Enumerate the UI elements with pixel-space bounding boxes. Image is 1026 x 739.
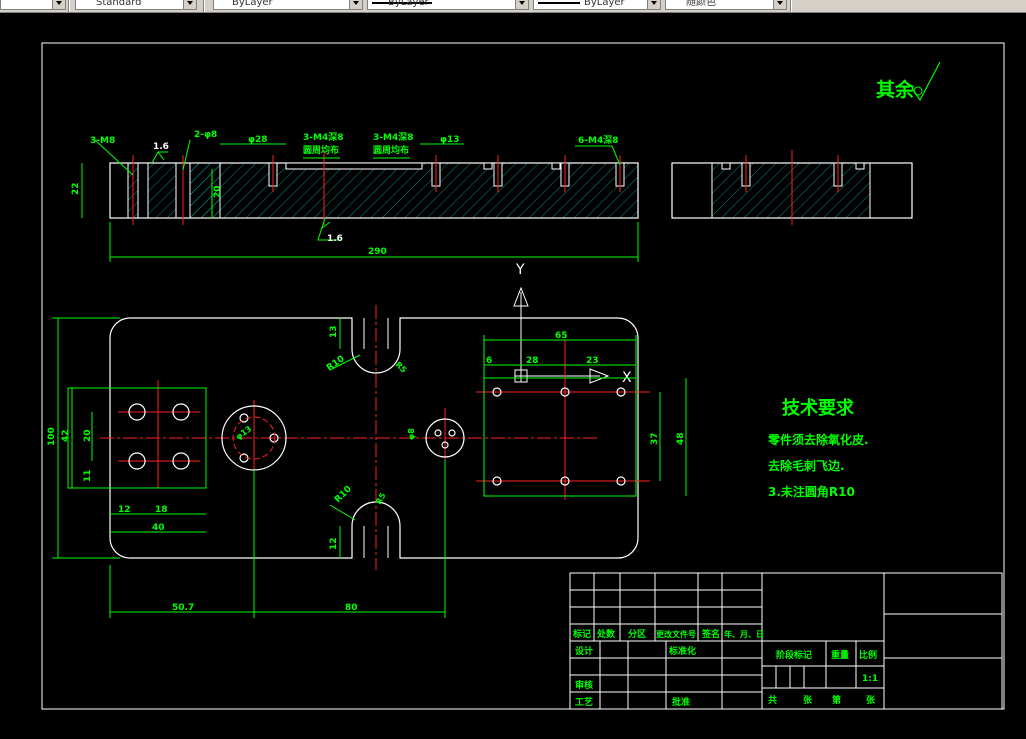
- color-value: 随颜色: [686, 0, 716, 8]
- tb-header-zone: 分区: [628, 628, 646, 640]
- roughness-1-6-top: 1.6: [153, 142, 169, 152]
- tb-process: 工艺: [575, 696, 593, 708]
- tb-scale-value: 1:1: [862, 674, 878, 684]
- layer-value: ByLayer: [232, 0, 273, 8]
- callout-3-m4-a: 3-M4深8: [303, 131, 343, 143]
- color-combo[interactable]: 随颜色: [665, 0, 787, 10]
- callout-2-phi8: 2-φ8: [194, 130, 217, 140]
- section-view: 3-M8 2-φ8 1.6 φ28 3-M4深8 圆周均布 3-M4深8 圆周均…: [71, 130, 639, 262]
- drawing-canvas[interactable]: 3-M8 2-φ8 1.6 φ28 3-M4深8 圆周均布 3-M4深8 圆周均…: [0, 13, 1026, 739]
- dim-12-vertical: 12: [329, 537, 339, 550]
- tb-weight: 重量: [831, 649, 849, 661]
- workspace-combo[interactable]: [0, 0, 66, 10]
- ucs-icon: Y X: [513, 262, 632, 386]
- lineweight-value: ByLayer: [584, 0, 625, 8]
- lineweight-sample: [538, 2, 580, 4]
- dim-12-horizontal: 12: [118, 505, 131, 515]
- tb-header-change-doc: 更改文件号: [656, 629, 696, 639]
- text-style-value: Standard: [96, 0, 142, 8]
- dim-290: 290: [368, 247, 387, 257]
- dim-r10-top: R10: [325, 354, 347, 373]
- dim-r10-bottom: R10: [333, 484, 354, 505]
- side-view: [671, 150, 913, 225]
- tech-requirement-3: 3.未注圆角R10: [768, 484, 855, 499]
- tb-sheet: 张: [866, 694, 876, 706]
- chevron-down-icon: [349, 0, 362, 9]
- roughness-note-text: 其余: [876, 78, 915, 101]
- dim-80: 80: [345, 603, 358, 613]
- dim-28: 28: [526, 356, 539, 366]
- roughness-1-6-bottom: 1.6: [327, 234, 343, 244]
- tb-approve: 批准: [672, 696, 690, 708]
- dim-42: 42: [61, 429, 71, 442]
- text-style-combo[interactable]: Standard: [75, 0, 197, 10]
- tb-page: 第: [832, 694, 841, 706]
- plan-view: 100 42 20 11 12 18 40 50.7 80 65 6 28 23…: [47, 305, 687, 618]
- dim-50-7: 50.7: [172, 603, 194, 613]
- toolbar-separator: [68, 0, 70, 12]
- tb-scale: 比例: [859, 649, 877, 661]
- chevron-down-icon: [773, 0, 786, 9]
- dim-65: 65: [555, 331, 568, 341]
- dim-20: 20: [213, 185, 223, 198]
- dim-48: 48: [676, 432, 686, 445]
- dim-phi13-plan: φ13: [234, 424, 253, 441]
- ucs-y-label: Y: [515, 262, 525, 278]
- chevron-down-icon: [647, 0, 660, 9]
- dim-13: 13: [329, 325, 339, 338]
- tech-requirements-title: 技术要求: [782, 397, 855, 419]
- dim-22: 22: [71, 182, 81, 195]
- callout-uniform-b: 圆周均布: [373, 144, 409, 156]
- toolbar-separator: [790, 0, 792, 12]
- roughness-note: 其余: [876, 61, 941, 102]
- callout-6-m4: 6-M4深8: [578, 134, 618, 146]
- title-block: [569, 572, 1003, 710]
- dim-6: 6: [486, 356, 492, 366]
- tb-header-mark: 标记: [572, 628, 591, 640]
- tb-standardize: 标准化: [668, 645, 696, 657]
- callout-uniform-a: 圆周均布: [303, 144, 339, 156]
- callout-phi13: φ13: [440, 135, 460, 145]
- dim-100: 100: [47, 427, 57, 446]
- lineweight-combo[interactable]: ByLayer: [533, 0, 661, 10]
- tech-requirement-1: 零件须去除氧化皮.: [767, 432, 869, 447]
- toolbar-separator: [203, 0, 205, 12]
- dim-23: 23: [586, 356, 599, 366]
- linetype-value: ByLayer: [388, 0, 429, 8]
- properties-toolbar: Standard ByLayer ByLayer ByLayer 随颜色: [0, 0, 1026, 13]
- tb-header-signature: 签名: [701, 628, 720, 640]
- tb-sheets: 张: [803, 694, 813, 706]
- dim-37: 37: [650, 432, 660, 445]
- tb-header-date: 年、月、日: [724, 629, 764, 639]
- dim-phi8-plan: φ8: [407, 428, 416, 440]
- tb-header-count: 处数: [596, 628, 616, 640]
- callout-phi28: φ28: [248, 135, 268, 145]
- layer-combo[interactable]: ByLayer: [213, 0, 363, 10]
- dim-20-plan: 20: [83, 429, 93, 442]
- technical-requirements: 技术要求 零件须去除氧化皮. 去除毛刺飞边. 3.未注圆角R10: [767, 397, 869, 499]
- callout-3-m4-b: 3-M4深8: [373, 131, 413, 143]
- chevron-down-icon: [183, 0, 196, 9]
- tb-design: 设计: [575, 645, 593, 657]
- title-block-text: 标记 处数 分区 更改文件号 签名 年、月、日 设计 标准化 审核 工艺 批准 …: [572, 628, 878, 708]
- tb-total: 共: [768, 694, 777, 706]
- chevron-down-icon: [52, 0, 65, 9]
- dim-18: 18: [155, 505, 168, 515]
- chevron-down-icon: [515, 0, 528, 9]
- dim-40: 40: [152, 523, 165, 533]
- dim-11: 11: [83, 469, 93, 482]
- callout-3-m8: 3-M8: [90, 136, 115, 146]
- tech-requirement-2: 去除毛刺飞边.: [768, 458, 845, 473]
- linetype-combo[interactable]: ByLayer: [367, 0, 529, 10]
- tb-stage-mark: 阶段标记: [776, 649, 812, 661]
- tb-review: 审核: [575, 679, 593, 691]
